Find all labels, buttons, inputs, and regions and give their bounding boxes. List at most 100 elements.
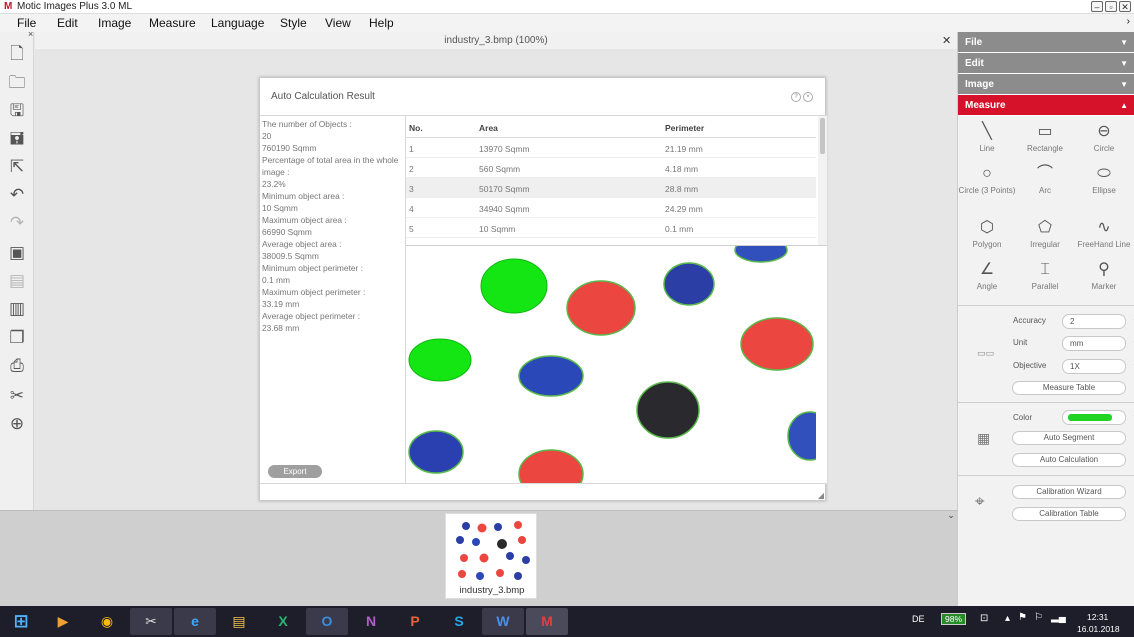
close-button[interactable]: ✕	[1119, 1, 1131, 12]
tool-ellipse[interactable]: ⬭ Ellipse	[1075, 162, 1133, 212]
color-picker[interactable]: ▼	[1062, 410, 1134, 425]
onenote-icon[interactable]: N	[350, 608, 392, 635]
internet-explorer-icon[interactable]: e	[174, 608, 216, 635]
table-row[interactable]: 5 10 Sqmm 0.1 mm	[406, 218, 816, 238]
minimize-button[interactable]: –	[1091, 1, 1103, 12]
network-icon[interactable]: ⚑	[1018, 612, 1027, 623]
table-row-partial[interactable]	[406, 238, 816, 245]
save-as-icon[interactable]: 🖬	[6, 128, 28, 150]
outlook-icon[interactable]: O	[306, 608, 348, 635]
tool-angle[interactable]: ∠ Angle	[958, 258, 1016, 308]
zoom-icon[interactable]: ⊕	[6, 413, 28, 435]
start-button[interactable]: ⊞	[2, 608, 40, 635]
ellipse-icon: ⬭	[1097, 165, 1111, 182]
open-folder-icon[interactable]: 🗀	[6, 72, 28, 94]
menu-style[interactable]: Style	[280, 16, 307, 30]
snipping-tool-icon[interactable]: ✂	[130, 608, 172, 635]
auto-calculation-button[interactable]: Auto Calculation	[1012, 453, 1126, 467]
toggle-icon[interactable]: ⊡	[980, 613, 988, 624]
section-image[interactable]: Image ▼	[958, 74, 1134, 95]
battery-indicator[interactable]: 98%	[941, 613, 967, 625]
tray-expand-icon[interactable]: ▴	[1005, 613, 1010, 624]
redo-icon[interactable]: ↷	[6, 212, 28, 234]
file-explorer-icon[interactable]: ▤	[218, 608, 260, 635]
rectangle-icon: ▭	[1037, 123, 1053, 140]
word-icon[interactable]: W	[482, 608, 524, 635]
dialog-close-icon[interactable]: ×	[803, 92, 813, 102]
powerpoint-icon[interactable]: P	[394, 608, 436, 635]
language-indicator[interactable]: DE	[912, 614, 925, 624]
menu-edit[interactable]: Edit	[57, 16, 78, 30]
objective-select[interactable]: 1X▼	[1062, 359, 1134, 374]
menu-file[interactable]: File	[17, 16, 36, 30]
video-capture-icon[interactable]: ▣	[6, 242, 28, 264]
calibration-wizard-button[interactable]: Calibration Wizard	[1012, 485, 1126, 499]
cell: 4	[409, 204, 414, 214]
unit-select[interactable]: mm▼	[1062, 336, 1134, 351]
column-header[interactable]: Perimeter	[665, 123, 704, 133]
measure-table-button[interactable]: Measure Table	[1012, 381, 1126, 395]
close-document-icon[interactable]: ✕	[942, 34, 951, 47]
undo-icon[interactable]: ↶	[6, 184, 28, 206]
skype-icon[interactable]: S	[438, 608, 480, 635]
cell: 2	[409, 164, 414, 174]
chevron-down-icon[interactable]: ⌄	[945, 510, 957, 522]
image-capture-icon[interactable]: ▤	[6, 270, 28, 292]
tools-icon[interactable]: ✂	[6, 385, 28, 407]
clock-date[interactable]: 16.01.2018	[1077, 624, 1120, 634]
chevron-right-icon[interactable]: ›	[1127, 16, 1130, 27]
menu-view[interactable]: View	[325, 16, 351, 30]
stat-line: 23.68 mm	[262, 323, 300, 333]
table-row[interactable]: 3 50170 Sqmm 28.8 mm	[406, 178, 816, 198]
tool-arc[interactable]: ⌒ Arc	[1016, 162, 1074, 212]
resize-grip-icon[interactable]: ◢	[818, 491, 824, 500]
calibration-table-button[interactable]: Calibration Table	[1012, 507, 1126, 521]
section-measure[interactable]: Measure ▲	[958, 95, 1134, 116]
stat-line: Minimum object perimeter :	[262, 263, 363, 273]
new-file-icon[interactable]: 🗋	[6, 43, 28, 65]
gallery-icon[interactable]: ❐	[6, 327, 28, 349]
auto-segment-button[interactable]: Auto Segment	[1012, 431, 1126, 445]
chrome-icon[interactable]: ◉	[86, 608, 128, 635]
tool-circle-3-points[interactable]: ○ Circle (3 Points)	[958, 162, 1016, 212]
accuracy-select[interactable]: 2▼	[1062, 314, 1134, 329]
table-row[interactable]: 1 13970 Sqmm 21.19 mm	[406, 138, 816, 158]
section-file[interactable]: File ▼	[958, 32, 1134, 53]
column-header[interactable]: No.	[409, 123, 423, 133]
select-value: 2	[1070, 317, 1075, 326]
image-thumbnail[interactable]: industry_3.bmp	[445, 513, 537, 599]
menu-language[interactable]: Language	[211, 16, 264, 30]
media-player-icon[interactable]: ▶	[42, 608, 84, 635]
menu-help[interactable]: Help	[369, 16, 394, 30]
save-icon[interactable]: 🖫	[6, 100, 28, 122]
export-icon[interactable]: ⇱	[6, 156, 28, 178]
close-toolbar-icon[interactable]: ×	[28, 29, 33, 39]
maximize-button[interactable]: ▫	[1105, 1, 1117, 12]
signal-icon[interactable]: ▂▄	[1051, 612, 1066, 623]
compare-icon[interactable]: ▥	[6, 298, 28, 320]
stat-line: 20	[262, 131, 272, 141]
cell: 24.29 mm	[665, 204, 703, 214]
divider	[958, 402, 1134, 403]
export-button[interactable]: Export	[268, 465, 322, 478]
menu-image[interactable]: Image	[98, 16, 131, 30]
table-row[interactable]: 4 34940 Sqmm 24.29 mm	[406, 198, 816, 218]
scroll-thumb[interactable]	[820, 118, 825, 154]
motic-images-icon[interactable]: M	[526, 608, 568, 635]
title-bar: M Motic Images Plus 3.0 ML – ▫ ✕	[0, 0, 1134, 14]
help-icon[interactable]: ?	[791, 92, 801, 102]
table-row[interactable]: 2 560 Sqmm 4.18 mm	[406, 158, 816, 178]
stat-line: image :	[262, 167, 290, 177]
circle-icon: ⊖	[1097, 123, 1111, 140]
unit-label: Unit	[1013, 338, 1028, 347]
print-icon[interactable]: ⎙	[6, 355, 28, 377]
table-scrollbar[interactable]	[818, 116, 827, 245]
section-edit[interactable]: Edit ▼	[958, 53, 1134, 74]
tool-marker[interactable]: ⚲ Marker	[1075, 258, 1133, 308]
tool-parallel[interactable]: ⌶ Parallel	[1016, 258, 1074, 308]
clock-time[interactable]: 12:31	[1087, 612, 1108, 622]
excel-icon[interactable]: X	[262, 608, 304, 635]
menu-measure[interactable]: Measure	[149, 16, 196, 30]
column-header[interactable]: Area	[479, 123, 498, 133]
flag-icon[interactable]: ⚐	[1034, 612, 1043, 623]
